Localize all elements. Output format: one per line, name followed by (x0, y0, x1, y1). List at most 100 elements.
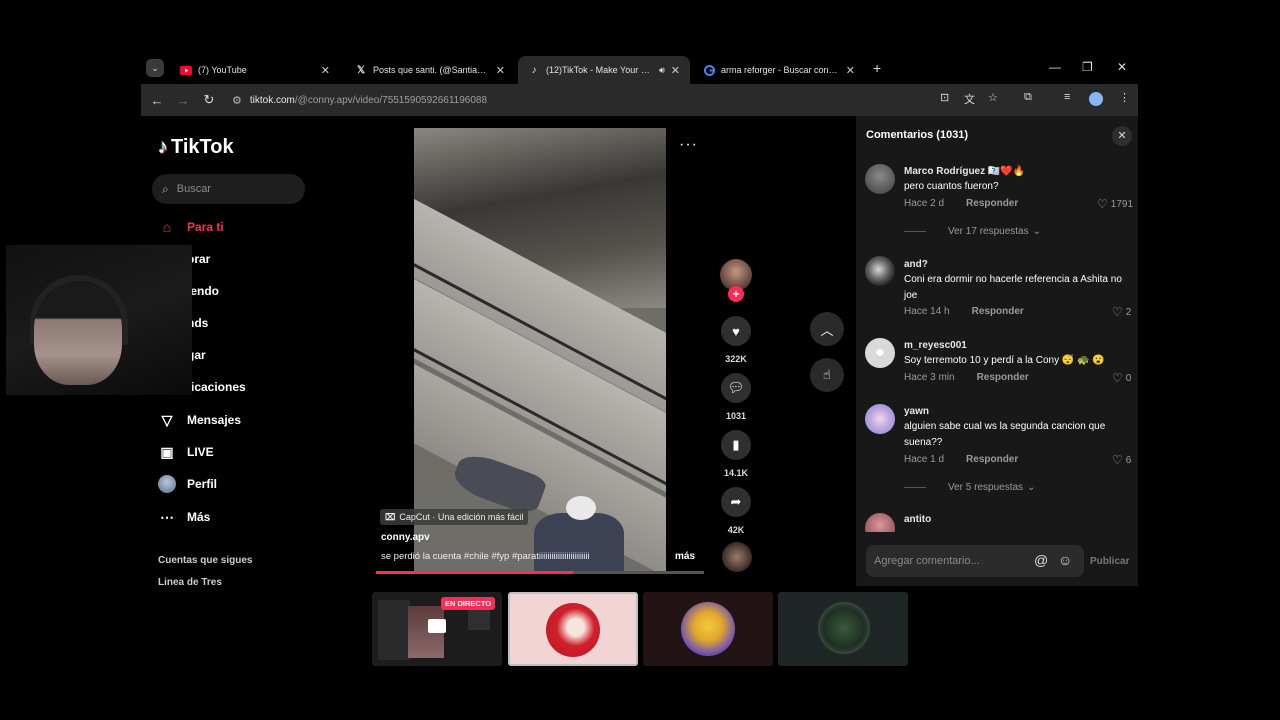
live-badge: EN DIRECTO (441, 597, 496, 610)
comment-user[interactable]: and? (904, 259, 928, 270)
close-tab-icon[interactable]: ✕ (496, 64, 505, 77)
comment-user[interactable]: m_reyesc001 (904, 340, 967, 351)
menu-icon[interactable]: ⋮ (1119, 91, 1130, 104)
comment-avatar[interactable] (865, 404, 895, 434)
comment-avatar[interactable]: ● (865, 338, 895, 368)
capcut-badge[interactable]: ⌧ CapCut · Una edición más fácil (380, 509, 529, 525)
comment-button[interactable]: 💬︎ (721, 373, 751, 403)
search-icon: ⌕ (162, 181, 169, 196)
tab-youtube[interactable]: (7) YouTube ✕ (170, 56, 340, 84)
chevron-down-icon: ⌄ (151, 62, 159, 73)
profile-avatar[interactable] (1089, 92, 1103, 106)
minimize-button[interactable]: — (1049, 60, 1061, 74)
comment-like[interactable]: ♡ 1791 (1097, 197, 1133, 211)
video-author[interactable]: conny.apv (381, 532, 430, 543)
tiktok-icon: ♪ (531, 64, 537, 76)
comment-text: pero cuantos fueron? (904, 181, 999, 192)
scene-thumbnail-selected[interactable] (508, 592, 638, 666)
media-control-icon[interactable]: ≡ (1064, 91, 1070, 103)
caption-more-link[interactable]: más (675, 551, 695, 562)
hand-cursor-icon: ☝︎ (823, 367, 831, 382)
like-button[interactable]: ♥ (721, 316, 751, 346)
sidebar-item-live[interactable]: ▣ LIVE (158, 442, 213, 462)
reply-button[interactable]: Responder (966, 454, 1018, 465)
sidebar-item-perfil[interactable]: Perfil (158, 474, 217, 494)
close-window-button[interactable]: ✕ (1117, 60, 1127, 74)
comment-avatar[interactable] (865, 513, 895, 532)
view-replies-button[interactable]: Ver 17 respuestas ⌄ (904, 226, 1041, 237)
extensions-icon[interactable]: ⧉ (1024, 91, 1032, 104)
address-bar[interactable]: ⚙ tiktok.com/@conny.apv/video/7551590592… (232, 88, 832, 112)
sidebar-item-para-ti[interactable]: ⌂ Para ti (158, 217, 224, 237)
site-info-icon[interactable]: ⚙ (232, 94, 242, 107)
reply-button[interactable]: Responder (972, 306, 1024, 317)
share-button[interactable]: ➦ (721, 487, 751, 517)
comment-meta: Hace 14 h Responder (904, 306, 1024, 317)
chevron-up-icon: ︿ (820, 322, 834, 338)
comment-avatar[interactable] (865, 256, 895, 286)
tab-tiktok[interactable]: ♪ (12)TikTok - Make Your Day 🔊︎ ✕ (518, 56, 690, 84)
new-tab-button[interactable]: + (873, 60, 881, 76)
video-progress-bar[interactable] (376, 571, 704, 574)
comment-like[interactable]: ♡ 2 (1112, 305, 1131, 319)
live-icon: ▣ (160, 443, 174, 460)
back-button[interactable]: ← (144, 93, 170, 108)
follow-plus-icon[interactable]: + (728, 286, 744, 302)
close-tab-icon[interactable]: ✕ (671, 64, 680, 77)
scene-sidebar-shape (378, 600, 410, 660)
emoji-icon[interactable]: ☺ (1058, 552, 1072, 568)
comment-avatar[interactable] (865, 164, 895, 194)
sidebar-item-mas[interactable]: ⋯ Más (158, 507, 210, 527)
sidebar-item-mensajes[interactable]: ▽ Mensajes (158, 410, 241, 430)
scene-thumbnail-3[interactable] (643, 592, 773, 666)
forward-button[interactable]: → (170, 93, 196, 108)
reply-button[interactable]: Responder (966, 198, 1018, 209)
comment-like[interactable]: ♡ 0 (1112, 371, 1131, 385)
capcut-icon: ⌧ (385, 511, 396, 522)
default-user-icon: ● (875, 344, 885, 361)
heart-outline-icon: ♡ (1097, 197, 1108, 211)
previous-video-button[interactable]: ︿ (810, 312, 844, 346)
install-app-icon[interactable]: ⊡ (940, 91, 949, 104)
post-comment-button[interactable]: Publicar (1090, 556, 1129, 567)
mention-icon[interactable]: @ (1034, 552, 1048, 568)
music-disc-icon[interactable] (722, 542, 752, 572)
youtube-icon (180, 64, 192, 76)
comment-user[interactable]: yawn (904, 406, 929, 417)
next-video-button[interactable]: ☝︎ (810, 358, 844, 392)
comment-meta: Hace 1 d Responder (904, 454, 1019, 465)
divider (904, 487, 926, 488)
restore-button[interactable]: ❐ (1082, 60, 1093, 74)
video-progress-fill (376, 571, 573, 574)
close-comments-button[interactable]: ✕ (1112, 126, 1132, 146)
close-tab-icon[interactable]: ✕ (321, 64, 330, 77)
close-tab-icon[interactable]: ✕ (846, 64, 855, 77)
share-count: 42K (727, 525, 745, 535)
following-account[interactable]: Linea de Tres (158, 577, 268, 587)
tab-google[interactable]: arma reforger - Buscar con Goo ✕ (693, 56, 865, 84)
comment-user[interactable]: Marco Rodríguez 🇽🇽❤️🔥 (904, 166, 1025, 177)
tab-x[interactable]: 𝕏 Posts que santi. (@SantiagoLei ✕ (345, 56, 515, 84)
view-replies-button[interactable]: Ver 5 respuestas ⌄ (904, 482, 1035, 493)
tiktok-logo[interactable]: ♪ TikTok (158, 136, 234, 159)
comment-input[interactable]: Agregar comentario... @ ☺ (866, 545, 1084, 577)
video-player[interactable] (414, 128, 666, 572)
scene-avatar (546, 603, 600, 657)
reload-button[interactable]: ↻ (196, 92, 222, 108)
video-white-object (566, 496, 596, 520)
comment-text: alguien sabe cual ws la segunda cancion … (904, 421, 1106, 448)
comment-user[interactable]: antito (904, 514, 931, 525)
scene-avatar (681, 602, 735, 656)
save-button[interactable]: ▮ (721, 430, 751, 460)
translate-icon[interactable]: 文 (964, 91, 975, 107)
following-header: Cuentas que sigues (158, 555, 253, 566)
comment-like[interactable]: ♡ 6 (1112, 453, 1131, 467)
search-input[interactable]: ⌕ Buscar (152, 174, 305, 204)
speaker-icon[interactable]: 🔊︎ (659, 65, 665, 76)
reply-button[interactable]: Responder (977, 372, 1029, 383)
video-options-icon[interactable]: ··· (679, 136, 698, 154)
scene-thumbnail-4[interactable] (778, 592, 908, 666)
bookmark-star-icon[interactable]: ☆ (988, 91, 998, 104)
heart-icon: ♥ (732, 323, 740, 339)
tab-search-button[interactable]: ⌄ (146, 59, 164, 77)
